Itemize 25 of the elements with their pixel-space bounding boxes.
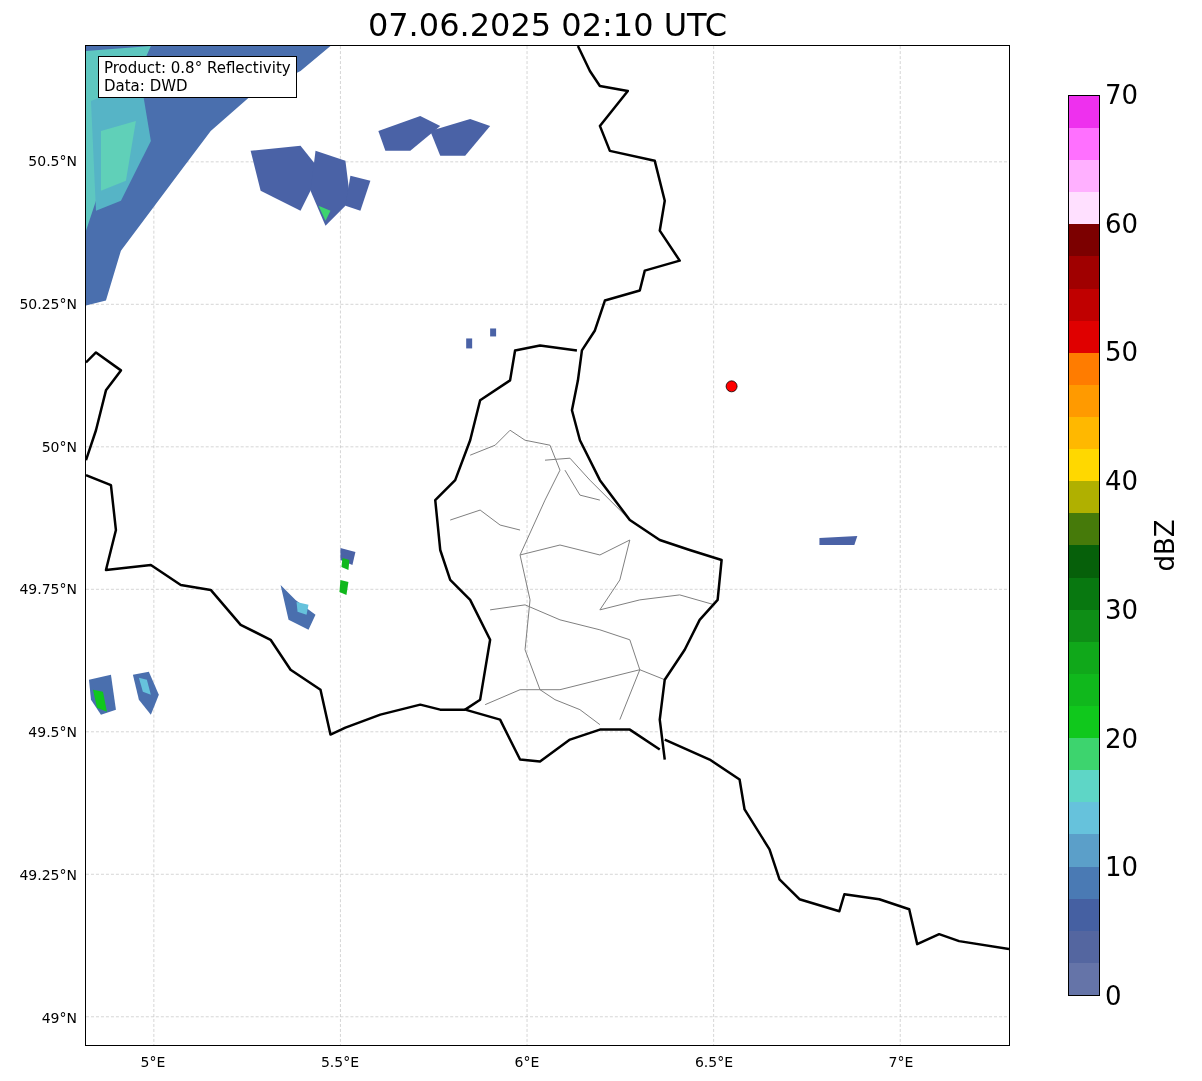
chart-title: 07.06.2025 02:10 UTC <box>366 5 729 45</box>
colorbar-label: dBZ <box>1148 519 1181 572</box>
longitude-label: 6.5°E <box>694 1054 734 1070</box>
colorbar-tick-label: 40 <box>1105 467 1139 496</box>
info-text: Data: DWD <box>104 77 189 95</box>
colorbar-tick-label: 10 <box>1105 853 1139 882</box>
latitude-label: 49.75°N <box>19 581 77 598</box>
longitude-label: 6°E <box>514 1054 540 1070</box>
colorbar-tick-label: 30 <box>1105 595 1139 624</box>
longitude-label: 5°E <box>140 1054 166 1070</box>
latitude-label: 50.5°N <box>28 153 77 169</box>
colorbar-tick-label: 20 <box>1105 724 1139 753</box>
latitude-label: 50.25°N <box>19 295 77 312</box>
colorbar-tick-label: 0 <box>1105 982 1122 1010</box>
latitude-label: 49°N <box>41 1009 77 1026</box>
colorbar-tick-label: 60 <box>1105 209 1139 238</box>
latitude-label: 49.25°N <box>19 867 77 883</box>
colorbar-tick-label: 50 <box>1105 338 1139 367</box>
colorbar-tick-label: 70 <box>1105 81 1139 109</box>
info-text: Product: 0.8° Reflectivity <box>104 59 291 77</box>
location-marker <box>725 380 738 393</box>
longitude-label: 5.5°E <box>320 1054 360 1070</box>
latitude-label: 50°N <box>41 438 77 455</box>
longitude-label: 7°E <box>888 1054 914 1070</box>
latitude-label: 49.5°N <box>28 724 77 741</box>
